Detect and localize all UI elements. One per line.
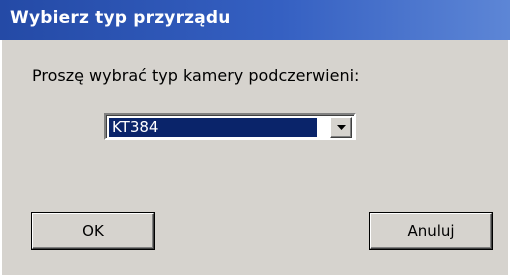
camera-type-prompt: Proszę wybrać typ kamery podczerwieni: — [32, 66, 360, 85]
ok-button[interactable]: OK — [32, 213, 154, 249]
cancel-button[interactable]: Anuluj — [370, 213, 492, 249]
title-bar[interactable]: Wybierz typ przyrządu — [0, 0, 510, 40]
dialog-window: Wybierz typ przyrządu Proszę wybrać typ … — [0, 0, 510, 275]
camera-type-selected-value[interactable]: KT384 — [109, 118, 317, 137]
camera-type-dropdown[interactable]: KT384 — [104, 113, 356, 140]
window-title: Wybierz typ przyrządu — [10, 8, 231, 28]
chevron-down-icon — [337, 125, 346, 130]
dropdown-button[interactable] — [330, 117, 352, 138]
